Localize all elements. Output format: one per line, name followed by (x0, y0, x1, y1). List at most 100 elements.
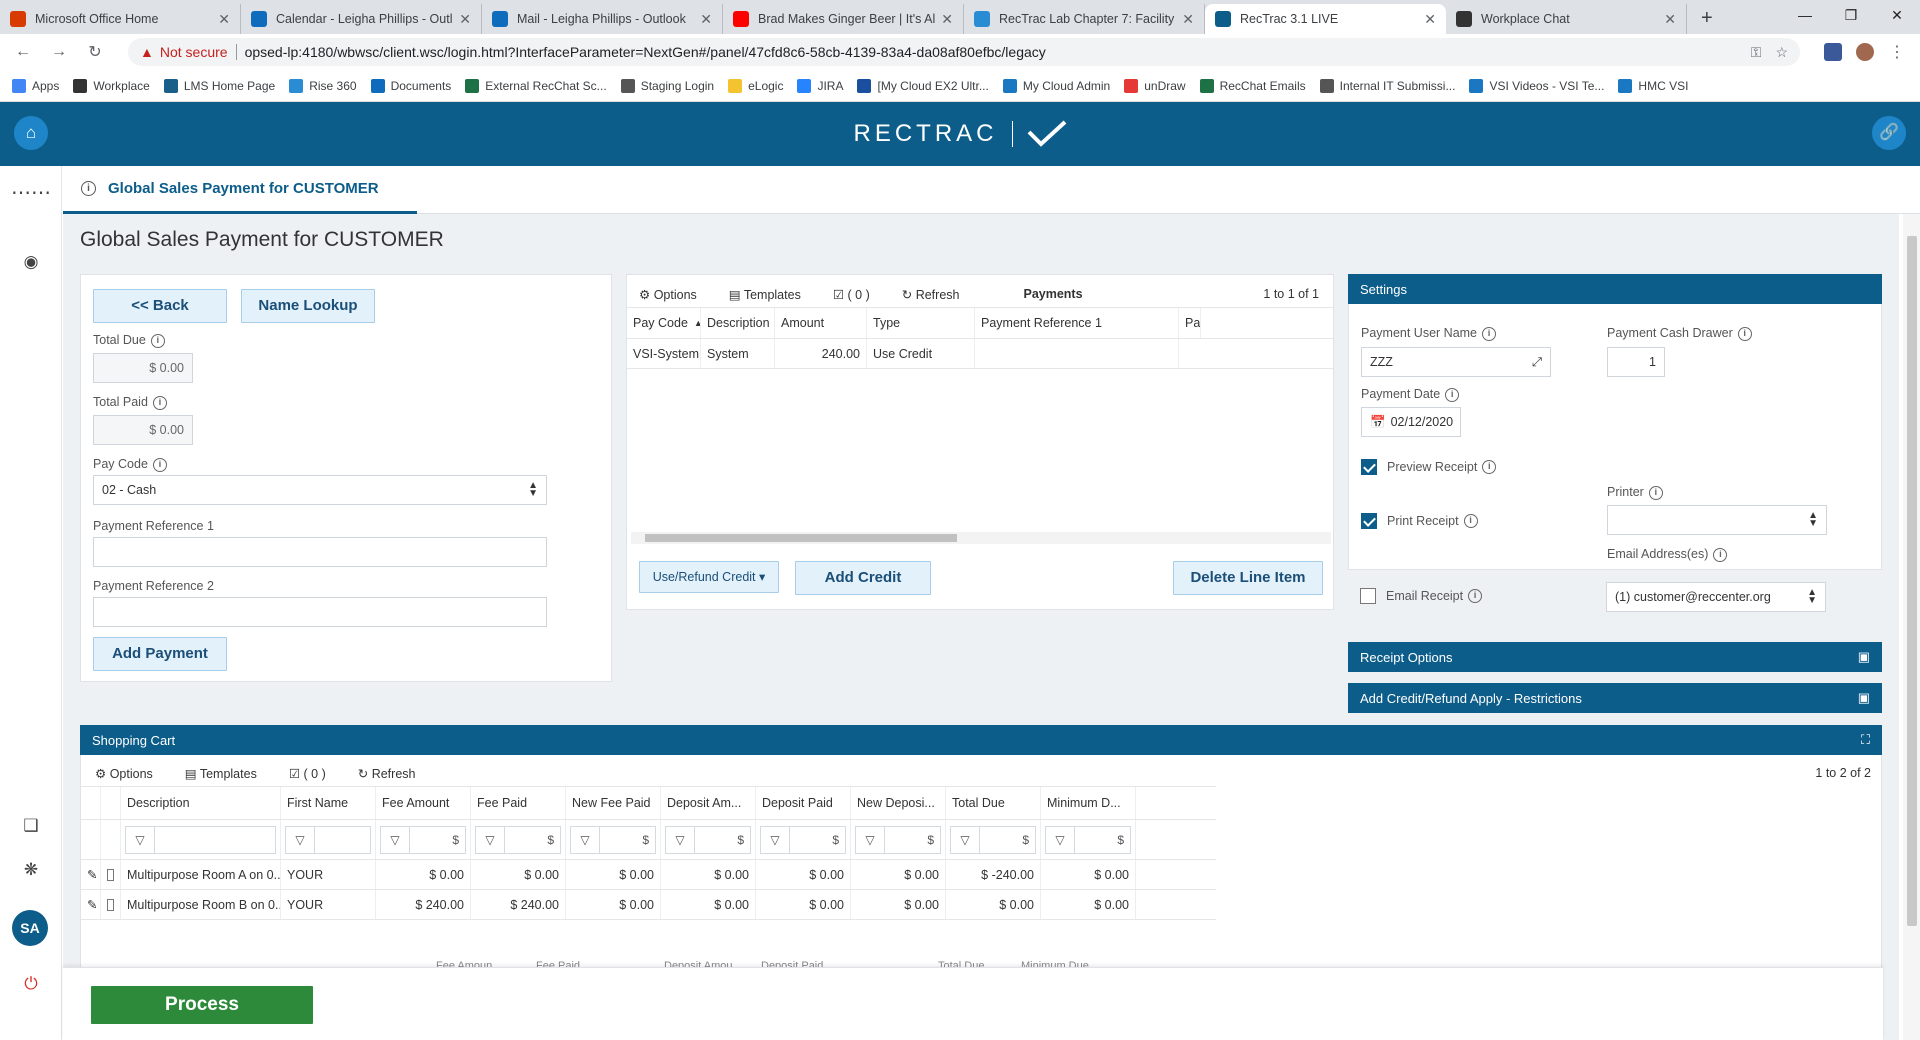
payments-data-row[interactable]: VSI-System System 240.00 Use Credit (627, 339, 1333, 369)
profile-avatar-icon[interactable] (1856, 43, 1874, 61)
use-refund-credit-dropdown[interactable]: Use/Refund Credit ▾ (639, 561, 779, 593)
delete-line-item-button[interactable]: Delete Line Item (1173, 561, 1323, 595)
avatar[interactable]: SA (12, 910, 48, 946)
calendar-icon[interactable]: 📅 (1370, 415, 1386, 430)
bookmark-item[interactable]: JIRA (797, 78, 843, 93)
expand-panel-icon[interactable]: ▣ (1858, 690, 1870, 706)
name-lookup-button[interactable]: Name Lookup (241, 289, 375, 323)
filter-input[interactable] (155, 825, 276, 854)
filter-input[interactable]: $ (980, 825, 1036, 854)
cart-column-header[interactable]: Minimum D... (1041, 787, 1136, 819)
preview-receipt-checkbox[interactable] (1361, 459, 1377, 475)
tab-global-sales-payment[interactable]: i Global Sales Payment for CUSTOMER (63, 166, 417, 214)
bookmark-item[interactable]: External RecChat Sc... (465, 78, 607, 93)
filter-icon[interactable]: ▽ (855, 825, 885, 854)
expand-panel-icon[interactable]: ▣ (1858, 649, 1870, 665)
cart-column-header[interactable]: New Fee Paid (566, 787, 661, 819)
browser-tab[interactable]: Calendar - Leigha Phillips - Outlo ✕ (241, 4, 482, 34)
filter-icon[interactable]: ▽ (950, 825, 980, 854)
close-tab-icon[interactable]: ✕ (1182, 11, 1194, 28)
print-receipt-option[interactable]: Print Receipt i (1361, 513, 1478, 529)
close-tab-icon[interactable]: ✕ (941, 11, 953, 28)
filter-icon[interactable]: ▽ (285, 825, 315, 854)
bookmark-item[interactable]: VSI Videos - VSI Te... (1469, 78, 1604, 93)
cart-column-header[interactable]: Description (121, 787, 281, 819)
bookmark-item[interactable]: [My Cloud EX2 Ultr... (857, 78, 989, 93)
horizontal-scrollbar[interactable] (631, 532, 1331, 544)
print-receipt-checkbox[interactable] (1361, 513, 1377, 529)
bookmark-item[interactable]: HMC VSI (1618, 78, 1688, 93)
close-tab-icon[interactable]: ✕ (1664, 11, 1676, 28)
page-scrollbar[interactable] (1903, 214, 1920, 1040)
filter-icon[interactable]: ▽ (665, 825, 695, 854)
cart-column-header[interactable]: Deposit Paid (756, 787, 851, 819)
browser-tab[interactable]: RecTrac Lab Chapter 7: Facility Ta ✕ (964, 4, 1205, 34)
cart-column-header[interactable]: Total Due (946, 787, 1041, 819)
bookmark-item[interactable]: unDraw (1124, 78, 1186, 93)
refresh-button[interactable]: ↻ Refresh (902, 287, 976, 302)
new-tab-button[interactable]: + (1687, 4, 1727, 34)
bookmark-item[interactable]: RecChat Emails (1199, 78, 1306, 93)
power-icon[interactable]: ⏻ (0, 974, 62, 994)
filter-icon[interactable]: ▽ (380, 825, 410, 854)
close-tab-icon[interactable]: ✕ (1424, 11, 1436, 28)
cart-refresh-button[interactable]: ↻ Refresh (358, 766, 432, 781)
cart-column-header[interactable]: Fee Paid (471, 787, 566, 819)
bookmark-item[interactable]: My Cloud Admin (1002, 78, 1110, 93)
scrollbar-thumb[interactable] (645, 534, 957, 542)
payment-user-input[interactable]: ZZZ ⤢ (1361, 347, 1551, 377)
payments-column-header[interactable]: Pay Code ▲ (627, 308, 701, 338)
maximize-icon[interactable]: ❐ (1828, 0, 1874, 30)
email-address-select[interactable]: (1) customer@reccenter.org ▲ ▼ (1606, 582, 1826, 612)
payments-column-header[interactable]: Amount (775, 308, 867, 338)
compass-icon[interactable]: ◉ (0, 252, 62, 272)
facebook-extension-icon[interactable] (1824, 43, 1842, 61)
back-arrow-icon[interactable]: ← (10, 43, 36, 61)
templates-button[interactable]: ▤ Templates (729, 287, 817, 302)
bookmark-item[interactable]: Rise 360 (289, 78, 357, 93)
pay-code-select[interactable]: 02 - Cash ▲ ▼ (93, 475, 547, 505)
add-payment-button[interactable]: Add Payment (93, 637, 227, 671)
home-icon[interactable]: ⌂ (14, 116, 48, 150)
printer-select[interactable]: ▲ ▼ (1607, 505, 1827, 535)
filter-icon[interactable]: ▽ (570, 825, 600, 854)
browser-tab[interactable]: Workplace Chat ✕ (1446, 4, 1687, 34)
url-field[interactable]: ▲ Not secure opsed-lp:4180/wbwsc/client.… (128, 38, 1800, 66)
cart-column-header[interactable]: New Deposi... (851, 787, 946, 819)
payments-column-header[interactable]: Payment Reference 1 (975, 308, 1179, 338)
filter-input[interactable] (315, 825, 371, 854)
add-credit-button[interactable]: Add Credit (795, 561, 931, 595)
key-icon[interactable]: ⚿ (1751, 44, 1762, 61)
selected-count[interactable]: ☑ ( 0 ) (833, 287, 886, 302)
email-receipt-option[interactable]: Email Receipt i (1360, 588, 1483, 604)
filter-icon[interactable]: ▽ (760, 825, 790, 854)
browser-tab[interactable]: RecTrac 3.1 LIVE ✕ (1205, 4, 1446, 34)
close-tab-icon[interactable]: ✕ (459, 11, 471, 28)
link-icon[interactable]: 🔗 (1872, 116, 1906, 150)
filter-input[interactable]: $ (695, 825, 751, 854)
cash-drawer-input[interactable]: 1 (1607, 347, 1665, 377)
cart-column-header[interactable]: Deposit Am... (661, 787, 756, 819)
support-icon[interactable]: ❋ (0, 860, 62, 880)
filter-input[interactable]: $ (600, 825, 656, 854)
filter-icon[interactable]: ▽ (475, 825, 505, 854)
filter-icon[interactable]: ▽ (1045, 825, 1075, 854)
table-row[interactable]: ✎ Multipurpose Room A on 0... YOUR $ 0.00 $ … (81, 860, 1216, 890)
email-receipt-checkbox[interactable] (1360, 588, 1376, 604)
close-tab-icon[interactable]: ✕ (700, 11, 712, 28)
options-button[interactable]: ⚙ Options (639, 287, 713, 302)
cart-options-button[interactable]: ⚙ Options (95, 766, 169, 781)
bookmark-item[interactable]: Staging Login (620, 78, 714, 93)
row-checkbox[interactable] (107, 898, 114, 911)
forward-arrow-icon[interactable]: → (46, 43, 72, 61)
filter-icon[interactable]: ▽ (125, 825, 155, 854)
filter-input[interactable]: $ (505, 825, 561, 854)
row-checkbox[interactable] (107, 868, 114, 881)
table-row[interactable]: ✎ Multipurpose Room B on 0... YOUR $ 240.00… (81, 890, 1216, 920)
star-icon[interactable]: ☆ (1775, 44, 1788, 61)
browser-menu-icon[interactable]: ⋮ (1884, 42, 1910, 62)
payment-date-input[interactable]: 📅 02/12/2020 (1361, 407, 1461, 437)
app-grid-icon[interactable]: ⋯⋯ (0, 180, 62, 205)
payments-column-header[interactable]: Type (867, 308, 975, 338)
filter-input[interactable]: $ (790, 825, 846, 854)
